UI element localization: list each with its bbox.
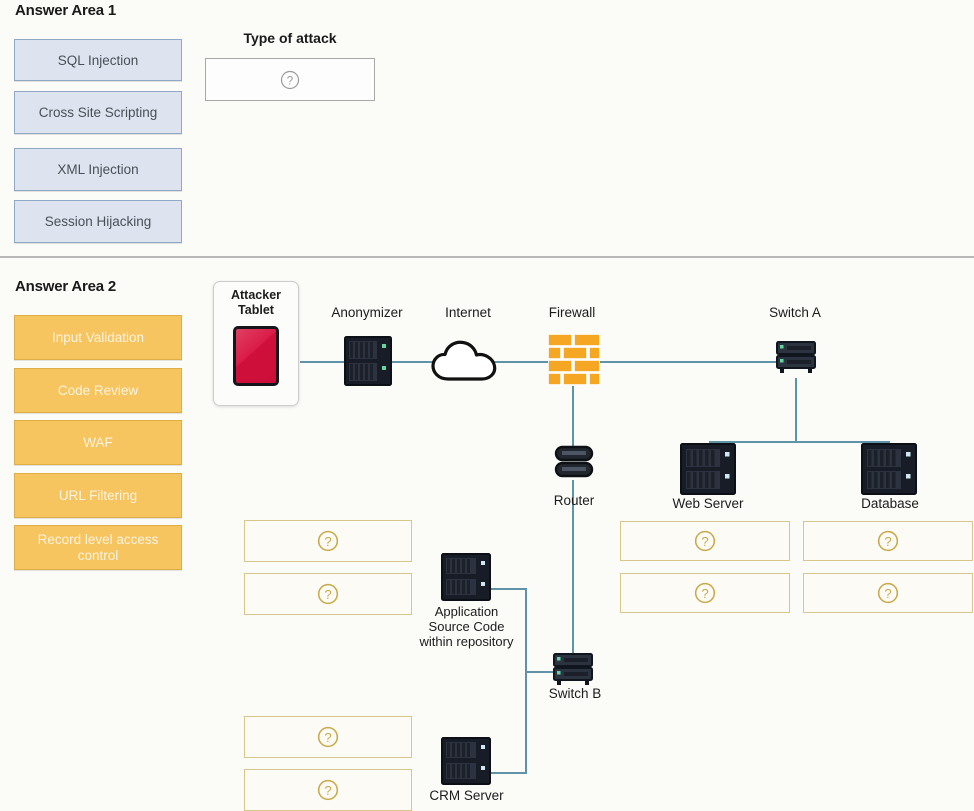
internet-label: Internet bbox=[445, 305, 491, 320]
firewall-brick-icon bbox=[547, 333, 601, 386]
svg-text:?: ? bbox=[701, 586, 708, 601]
option-cross-site-scripting[interactable]: Cross Site Scripting bbox=[14, 91, 182, 134]
app-source-code-label-line3: within repository bbox=[419, 634, 514, 649]
svg-text:?: ? bbox=[324, 534, 331, 549]
wire-switcha-stem bbox=[795, 378, 797, 442]
option-label: URL Filtering bbox=[58, 487, 138, 503]
question-mark-icon: ? bbox=[317, 583, 339, 605]
question-mark-icon: ? bbox=[317, 779, 339, 801]
answer-area-2-title: Answer Area 2 bbox=[15, 278, 117, 295]
option-url-filtering[interactable]: URL Filtering bbox=[14, 473, 182, 518]
question-mark-icon: ? bbox=[694, 582, 716, 604]
attacker-tablet-label-line2: Tablet bbox=[238, 303, 274, 317]
firewall-label: Firewall bbox=[548, 305, 596, 320]
option-label: WAF bbox=[83, 434, 113, 450]
svg-text:?: ? bbox=[324, 587, 331, 602]
dropzone-left-2[interactable]: ? bbox=[244, 573, 412, 615]
question-mark-icon: ? bbox=[317, 726, 339, 748]
wire-firewall-switcha bbox=[598, 361, 784, 363]
question-mark-icon: ? bbox=[877, 582, 899, 604]
server-icon bbox=[441, 737, 491, 785]
dropzone-web-server-2[interactable]: ? bbox=[620, 573, 790, 613]
svg-text:?: ? bbox=[884, 534, 891, 549]
option-session-hijacking[interactable]: Session Hijacking bbox=[14, 200, 182, 243]
section-divider bbox=[0, 256, 974, 258]
option-record-level-access-control[interactable]: Record level access control bbox=[14, 525, 182, 570]
option-input-validation[interactable]: Input Validation bbox=[14, 315, 182, 360]
dropzone-database-1[interactable]: ? bbox=[803, 521, 973, 561]
server-icon bbox=[861, 443, 917, 495]
attacker-tablet-card: Attacker Tablet bbox=[213, 281, 299, 406]
server-icon bbox=[344, 336, 392, 386]
app-source-code-label-line1: Application bbox=[434, 604, 499, 619]
server-icon bbox=[680, 443, 736, 495]
answer-area-1-title: Answer Area 1 bbox=[15, 2, 117, 19]
crm-server-label: CRM Server bbox=[429, 788, 504, 803]
router-icon bbox=[552, 444, 596, 482]
app-source-code-label: Application Source Code within repositor… bbox=[405, 604, 528, 649]
switch-b-label: Switch B bbox=[548, 686, 602, 701]
web-server-label: Web Server bbox=[672, 496, 744, 511]
wire-internet-firewall bbox=[494, 361, 550, 363]
attacker-tablet-label-line1: Attacker bbox=[230, 288, 282, 302]
question-mark-icon: ? bbox=[317, 530, 339, 552]
option-waf[interactable]: WAF bbox=[14, 420, 182, 465]
tablet-icon bbox=[233, 326, 279, 386]
dropzone-left-3[interactable]: ? bbox=[244, 716, 412, 758]
question-mark-icon: ? bbox=[694, 530, 716, 552]
option-label: Code Review bbox=[57, 382, 139, 398]
cloud-icon bbox=[430, 337, 500, 383]
wire-anonymizer-internet bbox=[392, 361, 434, 363]
option-label: XML Injection bbox=[57, 162, 139, 177]
svg-text:?: ? bbox=[884, 586, 891, 601]
svg-text:?: ? bbox=[701, 534, 708, 549]
option-label: Session Hijacking bbox=[44, 214, 152, 229]
wire-firewall-router bbox=[572, 386, 574, 448]
wire-crm-trunk bbox=[490, 772, 527, 774]
question-mark-icon: ? bbox=[877, 530, 899, 552]
wire-appcode-trunk bbox=[490, 588, 527, 590]
dropzone-left-1[interactable]: ? bbox=[244, 520, 412, 562]
option-sql-injection[interactable]: SQL Injection bbox=[14, 39, 182, 81]
type-of-attack-label: Type of attack bbox=[243, 30, 337, 46]
dropzone-database-2[interactable]: ? bbox=[803, 573, 973, 613]
server-icon bbox=[441, 553, 491, 601]
dropzone-web-server-1[interactable]: ? bbox=[620, 521, 790, 561]
svg-text:?: ? bbox=[324, 730, 331, 745]
option-xml-injection[interactable]: XML Injection bbox=[14, 148, 182, 191]
switch-a-label: Switch A bbox=[769, 305, 821, 320]
wire-switchb-connect bbox=[525, 671, 553, 673]
svg-text:?: ? bbox=[324, 783, 331, 798]
dropzone-left-4[interactable]: ? bbox=[244, 769, 412, 811]
question-mark-icon: ? bbox=[280, 70, 300, 90]
option-code-review[interactable]: Code Review bbox=[14, 368, 182, 413]
dropzone-type-of-attack[interactable]: ? bbox=[205, 58, 375, 101]
router-label: Router bbox=[553, 493, 595, 508]
switch-icon bbox=[775, 338, 817, 380]
app-source-code-label-line2: Source Code bbox=[428, 619, 505, 634]
database-label: Database bbox=[861, 496, 919, 511]
wire-tablet-anonymizer bbox=[300, 361, 344, 363]
option-label: Input Validation bbox=[51, 329, 145, 345]
option-label: Record level access control bbox=[37, 531, 159, 563]
svg-text:?: ? bbox=[287, 75, 293, 87]
option-label: SQL Injection bbox=[57, 52, 139, 68]
option-label: Cross Site Scripting bbox=[38, 105, 158, 120]
exam-drag-drop-page: Answer Area 1 SQL Injection Cross Site S… bbox=[0, 0, 974, 811]
